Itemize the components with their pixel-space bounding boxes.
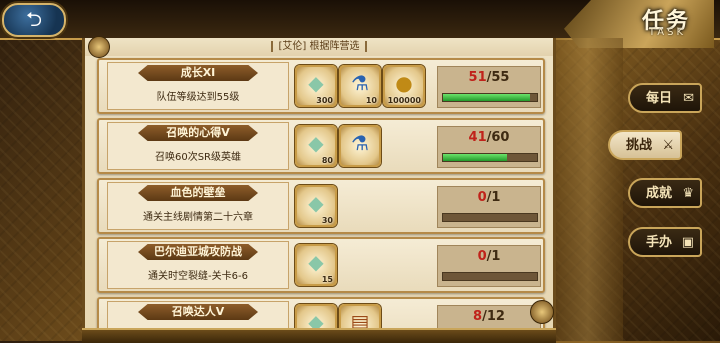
reward-potion-icon[interactable]: ⚗ bbox=[339, 125, 381, 167]
progress-text: 51/55 bbox=[438, 70, 540, 85]
reward-count: 15 bbox=[321, 275, 333, 284]
progress-bar bbox=[442, 213, 538, 222]
progress-current: 51 bbox=[468, 70, 487, 85]
progress-bar bbox=[442, 272, 538, 281]
task-info: 巴尔迪亚城攻防战通关时空裂缝-关卡6-6 bbox=[107, 241, 289, 289]
ornament-icon bbox=[88, 36, 110, 58]
reward-gem-icon[interactable]: ◆ 30 bbox=[295, 185, 337, 227]
reward-count: 10 bbox=[365, 96, 377, 105]
tab-figure[interactable]: 手办 ▣ bbox=[628, 227, 702, 257]
gem-icon: ◆ bbox=[308, 131, 324, 155]
swords-icon: ⚔ bbox=[662, 138, 674, 153]
tab-label: 挑战 bbox=[626, 138, 653, 153]
page-subtitle: TASK bbox=[648, 27, 686, 38]
gem-icon: ◆ bbox=[308, 71, 324, 95]
task-info: 召唤的心得V 召唤60次SR级英雄 bbox=[107, 122, 289, 170]
potion-icon: ⚗ bbox=[351, 71, 369, 95]
tab-label: 每日 bbox=[646, 91, 673, 106]
reward-count: 100000 bbox=[387, 96, 421, 105]
task-title: 召唤达人V bbox=[138, 304, 258, 320]
task-progress: 51/55 bbox=[437, 66, 541, 108]
progress-text: 41/60 bbox=[438, 130, 540, 145]
potion-icon: ⚗ bbox=[351, 131, 369, 155]
task-title: 血色的壁垒 bbox=[138, 185, 258, 201]
progress-current: 41 bbox=[468, 130, 487, 145]
figure-icon: ▣ bbox=[681, 235, 694, 250]
tab-swords[interactable]: 挑战 ⚔ bbox=[608, 130, 682, 160]
progress-text: 0/1 bbox=[438, 190, 540, 205]
gem-icon: ◆ bbox=[308, 250, 324, 274]
progress-current: 0 bbox=[477, 190, 487, 205]
reward-potion-icon[interactable]: ⚗ 10 bbox=[339, 65, 381, 107]
progress-bar bbox=[442, 153, 538, 162]
task-progress: 0/1 bbox=[437, 245, 541, 287]
task-row[interactable]: 成长XI 队伍等级达到55级 ◆ 300 ⚗ 10 ● 100000 51/55 bbox=[97, 58, 545, 114]
progress-current: 8 bbox=[473, 309, 483, 324]
task-description: 通关主线剧情第二十六章 bbox=[143, 212, 253, 223]
progress-max: /60 bbox=[486, 130, 510, 145]
progress-max: /12 bbox=[482, 309, 505, 324]
progress-current: 0 bbox=[477, 249, 487, 264]
task-title: 成长XI bbox=[138, 65, 258, 81]
task-title: 召唤的心得V bbox=[138, 125, 258, 141]
trophy-icon: ♛ bbox=[682, 186, 694, 201]
task-row[interactable]: 巴尔迪亚城攻防战 通关时空裂缝-关卡6-6 ◆ 15 0/1 bbox=[97, 237, 545, 293]
task-description: 队伍等级达到55级 bbox=[156, 92, 240, 103]
progress-text: 8/12 bbox=[438, 309, 540, 324]
decorative-column bbox=[553, 38, 623, 341]
progress-max: /1 bbox=[486, 249, 501, 264]
progress-max: /55 bbox=[486, 70, 510, 85]
progress-max: /1 bbox=[486, 190, 501, 205]
reward-count: 80 bbox=[321, 156, 333, 165]
tab-scroll[interactable]: 每日 ✉ bbox=[628, 83, 702, 113]
progress-bar-fill bbox=[443, 154, 508, 161]
reward-gem-icon[interactable]: ◆ 15 bbox=[295, 244, 337, 286]
panel-header: [艾伦] 根据阵营选 bbox=[85, 38, 553, 56]
tab-label: 成就 bbox=[646, 186, 673, 201]
task-progress: 41/60 bbox=[437, 126, 541, 168]
ornament-icon bbox=[530, 300, 554, 324]
task-title: 巴尔迪亚城攻防战 bbox=[138, 244, 258, 260]
reward-count: 300 bbox=[316, 96, 333, 105]
coin-icon: ● bbox=[395, 71, 413, 95]
task-info: 血色的壁垒通关主线剧情第二十六章 bbox=[107, 182, 289, 230]
task-panel[interactable]: [艾伦] 根据阵营选 成长XI 队伍等级达到55级 ◆ 300 ⚗ 10 ● 100000 51… bbox=[82, 38, 556, 341]
tab-trophy[interactable]: 成就 ♛ bbox=[628, 178, 702, 208]
panel-header-text: [艾伦] 根据阵营选 bbox=[270, 41, 368, 52]
task-row[interactable]: 血色的壁垒 通关主线剧情第二十六章 ◆ 30 0/1 bbox=[97, 178, 545, 234]
progress-text: 0/1 bbox=[438, 249, 540, 264]
gem-icon: ◆ bbox=[308, 191, 324, 215]
task-row[interactable]: 召唤的心得V 召唤60次SR级英雄 ◆ 80 ⚗ 41/60 bbox=[97, 118, 545, 174]
task-info: 成长XI 队伍等级达到55级 bbox=[107, 62, 289, 110]
progress-bar bbox=[442, 93, 538, 102]
scroll-icon: ✉ bbox=[683, 91, 694, 106]
task-description: 通关时空裂缝-关卡6-6 bbox=[148, 271, 248, 282]
tab-label: 手办 bbox=[646, 235, 673, 250]
reward-gem-icon[interactable]: ◆ 80 bbox=[295, 125, 337, 167]
reward-coin-icon[interactable]: ● 100000 bbox=[383, 65, 425, 107]
task-progress: 0/1 bbox=[437, 186, 541, 228]
reward-gem-icon[interactable]: ◆ 300 bbox=[295, 65, 337, 107]
task-description: 召唤60次SR级英雄 bbox=[154, 152, 242, 163]
back-button[interactable]: ⮌ bbox=[2, 3, 66, 37]
reward-count: 30 bbox=[321, 216, 333, 225]
progress-bar-fill bbox=[443, 94, 531, 101]
